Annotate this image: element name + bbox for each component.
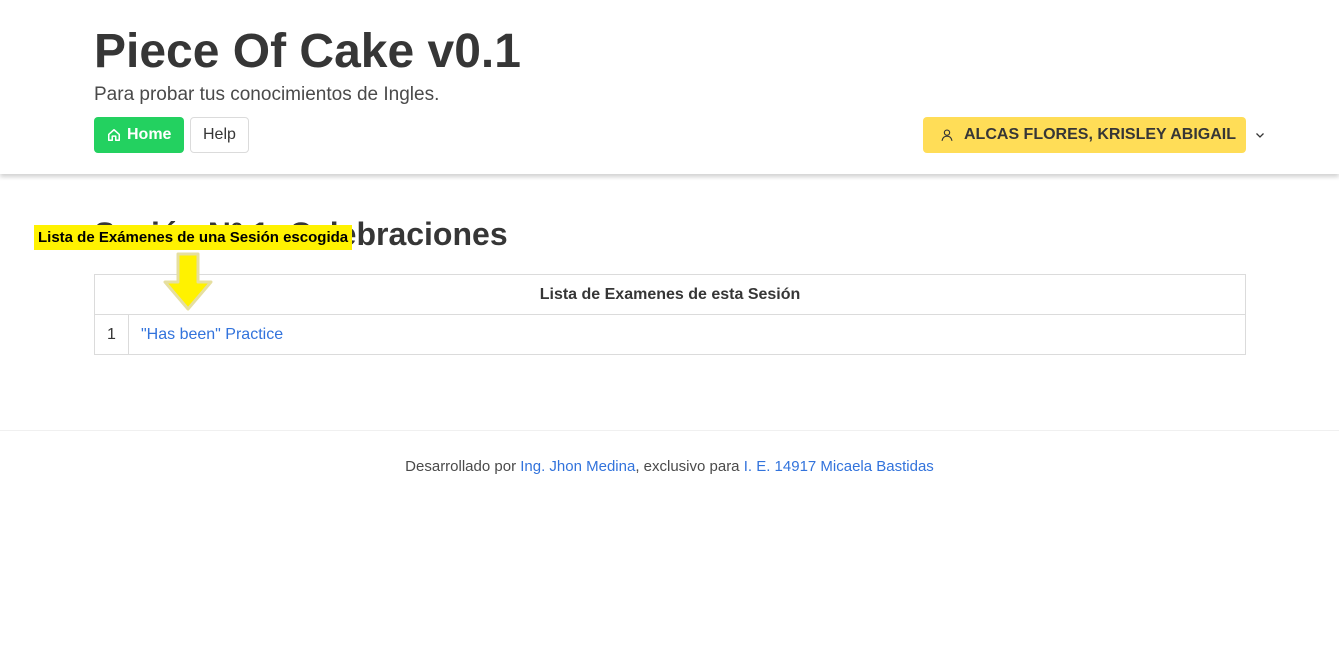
footer-text: Desarrollado por Ing. Jhon Medina, exclu… xyxy=(0,458,1339,475)
school-link[interactable]: I. E. 14917 Micaela Bastidas xyxy=(744,458,934,475)
arrow-down-icon xyxy=(163,252,213,312)
home-button-label: Home xyxy=(127,126,172,143)
user-menu-button[interactable]: ALCAS FLORES, KRISLEY ABIGAIL xyxy=(923,117,1264,153)
footer: Desarrollado por Ing. Jhon Medina, exclu… xyxy=(0,430,1339,650)
exam-link[interactable]: "Has been" Practice xyxy=(141,326,283,343)
site-subtitle: Para probar tus conocimientos de Ingles. xyxy=(94,84,440,105)
author-link[interactable]: Ing. Jhon Medina xyxy=(520,458,635,475)
chevron-down-icon xyxy=(1254,129,1266,141)
annotation-label: Lista de Exámenes de una Sesión escogida xyxy=(34,225,353,250)
help-button-label: Help xyxy=(203,126,236,143)
table-header-row: Lista de Examenes de esta Sesión xyxy=(94,274,1246,315)
table-row: 1 "Has been" Practice xyxy=(94,314,1246,355)
help-button[interactable]: Help xyxy=(190,117,249,153)
row-number: 1 xyxy=(94,314,129,355)
exam-cell: "Has been" Practice xyxy=(128,314,1246,355)
footer-prefix: Desarrollado por xyxy=(405,458,521,475)
header-hero: Piece Of Cake v0.1 Para probar tus conoc… xyxy=(0,0,1339,174)
user-icon xyxy=(940,128,954,142)
home-icon xyxy=(107,128,121,142)
site-title: Piece Of Cake v0.1 xyxy=(94,25,521,78)
table-header: Lista de Examenes de esta Sesión xyxy=(94,274,1246,315)
user-name: ALCAS FLORES, KRISLEY ABIGAIL xyxy=(964,126,1237,143)
footer-middle: , exclusivo para xyxy=(635,458,744,475)
exam-table: Lista de Examenes de esta Sesión 1 "Has … xyxy=(94,274,1246,355)
home-button[interactable]: Home xyxy=(94,117,185,153)
